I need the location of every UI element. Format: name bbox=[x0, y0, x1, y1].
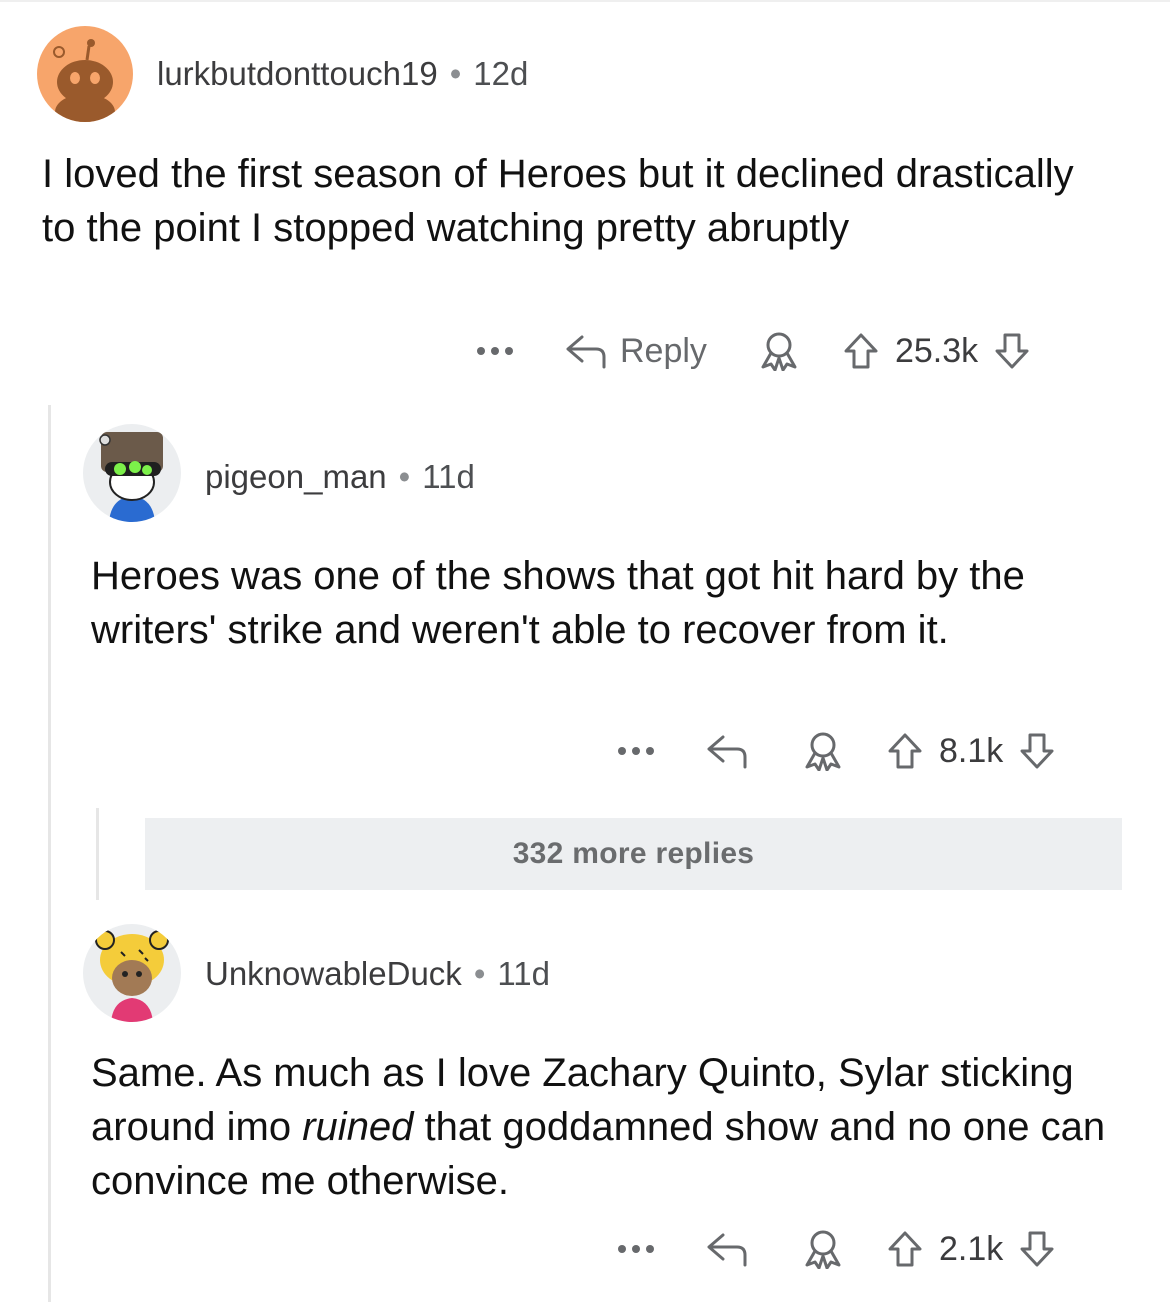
username[interactable]: lurkbutdonttouch19 bbox=[157, 55, 438, 92]
comment-meta: UnknowableDuck • 11d bbox=[205, 955, 550, 993]
reply-arrow-icon[interactable] bbox=[705, 1231, 751, 1267]
upvote-icon[interactable] bbox=[885, 731, 925, 771]
avatar[interactable] bbox=[83, 924, 181, 1022]
comment-meta: lurkbutdonttouch19 • 12d bbox=[157, 55, 528, 93]
downvote-icon[interactable] bbox=[1017, 1229, 1057, 1269]
comment-age: 11d bbox=[422, 458, 475, 495]
top-divider bbox=[0, 0, 1170, 2]
comment-actions: 2.1k bbox=[617, 1224, 1057, 1274]
downvote-icon[interactable] bbox=[1017, 731, 1057, 771]
reply-label: Reply bbox=[620, 331, 707, 370]
username[interactable]: pigeon_man bbox=[205, 458, 387, 495]
reply-arrow-icon[interactable] bbox=[705, 733, 751, 769]
reply-button[interactable]: Reply bbox=[564, 332, 707, 371]
award-icon[interactable] bbox=[757, 331, 801, 371]
emphasis-text: ruined bbox=[302, 1105, 414, 1149]
comment-meta: pigeon_man • 11d bbox=[205, 458, 475, 496]
comment-body: I loved the first season of Heroes but i… bbox=[42, 152, 1074, 250]
upvote-icon[interactable] bbox=[885, 1229, 925, 1269]
award-icon[interactable] bbox=[801, 731, 845, 771]
more-options-icon[interactable] bbox=[617, 1244, 655, 1254]
award-icon[interactable] bbox=[801, 1229, 845, 1269]
more-options-icon[interactable] bbox=[617, 746, 655, 756]
vote-score: 8.1k bbox=[939, 731, 1004, 770]
vote-score: 2.1k bbox=[939, 1229, 1004, 1268]
reply-arrow-icon bbox=[566, 335, 606, 369]
separator-dot: • bbox=[473, 955, 486, 992]
upvote-icon[interactable] bbox=[841, 331, 881, 371]
comment-body: Same. As much as I love Zachary Quinto, … bbox=[91, 1051, 1106, 1203]
downvote-icon[interactable] bbox=[992, 331, 1032, 371]
thread-line bbox=[96, 808, 99, 900]
vote-score: 25.3k bbox=[894, 331, 979, 370]
more-replies-button[interactable]: 332 more replies bbox=[145, 818, 1122, 890]
comment-age: 12d bbox=[473, 55, 529, 92]
separator-dot: • bbox=[449, 55, 462, 92]
comment-age: 11d bbox=[497, 955, 550, 992]
avatar[interactable] bbox=[37, 26, 133, 122]
avatar[interactable] bbox=[83, 424, 181, 522]
comment-actions: Reply 25.3k bbox=[476, 326, 1032, 376]
more-options-icon[interactable] bbox=[476, 346, 514, 356]
more-replies-label: 332 more replies bbox=[512, 837, 755, 870]
comment-actions: 8.1k bbox=[617, 726, 1057, 776]
separator-dot: • bbox=[398, 458, 411, 495]
thread-line bbox=[48, 405, 51, 1302]
username[interactable]: UnknowableDuck bbox=[205, 955, 462, 992]
comment-body: Heroes was one of the shows that got hit… bbox=[91, 554, 1025, 652]
